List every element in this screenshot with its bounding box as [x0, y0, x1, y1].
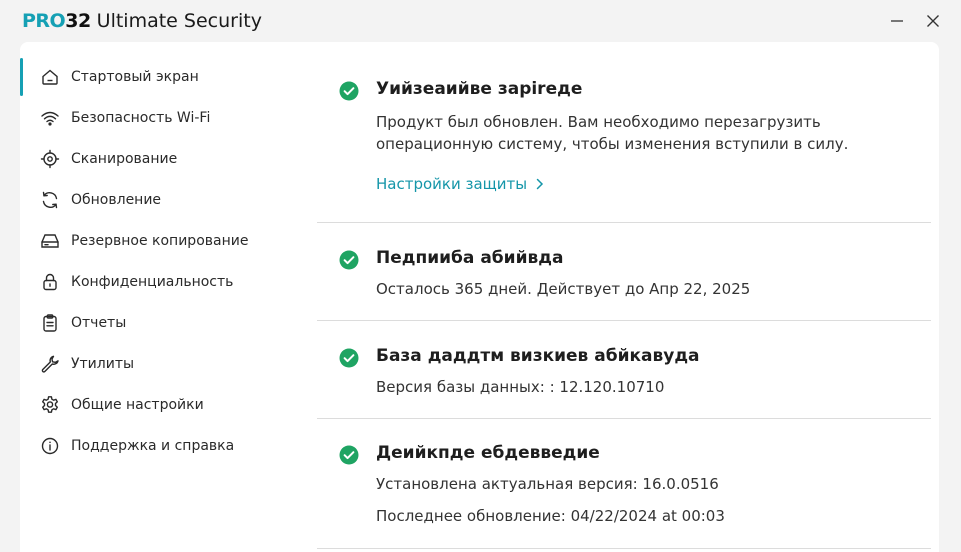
check-circle-icon	[339, 445, 359, 465]
sidebar-item-wifi[interactable]: Безопасность Wi-Fi	[20, 97, 310, 138]
sidebar-item-label: Конфиденциальность	[71, 273, 234, 290]
last-update-text: Последнее обновление: 04/22/2024 at 00:0…	[376, 507, 725, 525]
database-status-card: База даддтм визкиев абйкавуда Версия баз…	[317, 321, 931, 419]
minimize-icon	[891, 20, 903, 22]
clipboard-icon	[39, 312, 61, 334]
sidebar-item-label: Обновление	[71, 191, 162, 208]
scan-target-icon	[39, 148, 61, 170]
app-brand: PRO32 Ultimate Security	[22, 10, 262, 32]
sidebar-item-label: Утилиты	[71, 355, 135, 372]
sidebar-item-label: Сканирование	[71, 150, 178, 167]
lock-icon	[39, 271, 61, 293]
sidebar-item-label: Безопасность Wi-Fi	[71, 109, 211, 126]
refresh-icon	[39, 189, 61, 211]
sidebar-item-label: Отчеты	[71, 314, 127, 331]
sidebar-item-reports[interactable]: Отчеты	[20, 302, 310, 343]
wifi-icon	[39, 107, 61, 129]
title-bar: PRO32 Ultimate Security	[0, 0, 961, 42]
close-button[interactable]	[920, 8, 946, 34]
database-status-title: База даддтм визкиев абйкавуда	[376, 346, 700, 366]
protection-status-text-line-2: операционную систему, чтобы изменения вс…	[376, 135, 849, 153]
installed-version-text: Установлена актуальная версия: 16.0.0516	[376, 475, 719, 493]
version-status-card: Деийкпде ебдевведие Установлена актуальн…	[317, 419, 931, 549]
info-icon	[39, 435, 61, 457]
subscription-status-title: Педпииба абийвда	[376, 248, 564, 268]
sidebar-item-scan[interactable]: Сканирование	[20, 138, 310, 179]
minimize-button[interactable]	[884, 8, 910, 34]
chevron-right-icon	[536, 178, 544, 190]
check-circle-icon	[339, 348, 359, 368]
sidebar-item-backup[interactable]: Резервное копирование	[20, 220, 310, 261]
protection-settings-link-label: Настройки защиты	[376, 175, 528, 193]
sidebar-item-privacy[interactable]: Конфиденциальность	[20, 261, 310, 302]
version-status-title: Деийкпде ебдевведие	[376, 443, 600, 463]
main-panel: Стартовый экран Безопасность Wi-Fi Скани…	[20, 42, 939, 552]
app-title: Ultimate Security	[96, 10, 262, 32]
gear-icon	[39, 394, 61, 416]
sidebar: Стартовый экран Безопасность Wi-Fi Скани…	[20, 56, 310, 466]
check-circle-icon	[339, 250, 359, 270]
subscription-status-card: Педпииба абийвда Осталось 365 дней. Дейс…	[317, 223, 931, 321]
sidebar-item-utilities[interactable]: Утилиты	[20, 343, 310, 384]
sidebar-item-label: Резервное копирование	[71, 232, 249, 249]
protection-status-title: Уийзеаийве зарireде	[376, 79, 583, 99]
database-version-text: Версия базы данных: : 12.120.10710	[376, 378, 665, 396]
sidebar-item-label: Общие настройки	[71, 396, 204, 413]
check-circle-icon	[339, 81, 359, 101]
drive-icon	[39, 230, 61, 252]
sidebar-item-settings[interactable]: Общие настройки	[20, 384, 310, 425]
subscription-status-text: Осталось 365 дней. Действует до Апр 22, …	[376, 280, 751, 298]
status-list: Уийзеаийве зарireде Продукт был обновлен…	[317, 60, 931, 549]
protection-status-text-line-1: Продукт был обновлен. Вам необходимо пер…	[376, 113, 821, 131]
close-icon	[927, 15, 939, 27]
protection-status-card: Уийзеаийве зарireде Продукт был обновлен…	[317, 60, 931, 223]
sidebar-item-label: Поддержка и справка	[71, 437, 235, 454]
home-icon	[39, 66, 61, 88]
sidebar-item-home[interactable]: Стартовый экран	[20, 56, 310, 97]
sidebar-item-update[interactable]: Обновление	[20, 179, 310, 220]
sidebar-item-support[interactable]: Поддержка и справка	[20, 425, 310, 466]
app-logo: PRO32	[22, 10, 91, 32]
sidebar-item-label: Стартовый экран	[71, 68, 199, 85]
wrench-icon	[39, 353, 61, 375]
protection-settings-link[interactable]: Настройки защиты	[376, 175, 545, 193]
